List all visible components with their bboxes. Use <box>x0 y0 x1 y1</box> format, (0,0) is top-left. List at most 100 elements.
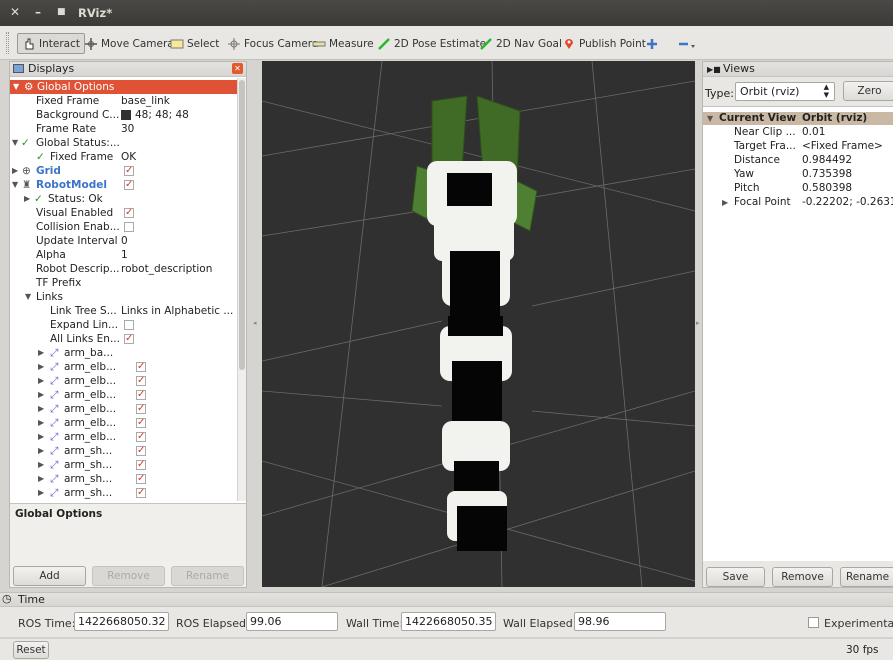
expand-links-checkbox[interactable] <box>124 320 134 330</box>
wall-time-field[interactable]: 1422668050.35 <box>401 612 496 631</box>
expand-arrow-icon[interactable]: ▶ <box>38 486 44 500</box>
view-prop-row[interactable]: Near Clip ... 0.01 <box>703 126 893 139</box>
tree-row-frame-rate[interactable]: Frame Rate 30 <box>10 122 237 136</box>
toolbar-grip[interactable] <box>6 32 9 54</box>
tree-row-link-tree-style[interactable]: Link Tree S... Links in Alphabetic ... <box>10 304 237 318</box>
tree-row-update-interval[interactable]: Update Interval 0 <box>10 234 237 248</box>
tree-row-link[interactable]: ▶ ⤢ arm_ba... <box>10 346 237 360</box>
ros-time-field[interactable]: 1422668050.32 <box>74 612 169 631</box>
remove-view-button[interactable]: Remove <box>772 567 833 587</box>
expand-arrow-icon[interactable]: ▶ <box>38 416 44 430</box>
rename-display-button[interactable]: Rename <box>171 566 244 586</box>
link-enabled-checkbox[interactable] <box>136 472 146 486</box>
tree-row-link[interactable]: ▶ ⤢ arm_elb... <box>10 374 237 388</box>
robot-model-enabled-checkbox[interactable] <box>124 178 134 192</box>
expand-arrow-icon[interactable]: ▶ <box>722 196 728 209</box>
tree-row-expand-links[interactable]: Expand Lin... <box>10 318 237 332</box>
zero-view-button[interactable]: Zero <box>843 81 893 101</box>
link-enabled-checkbox[interactable] <box>136 458 146 472</box>
view-prop-row[interactable]: Pitch 0.580398 <box>703 182 893 195</box>
tree-row-global-options[interactable]: ▼ ⚙ Global Options <box>10 80 237 94</box>
left-splitter[interactable]: ◂ <box>250 61 258 587</box>
measure-tool-button[interactable]: Measure <box>312 35 374 52</box>
reset-button[interactable]: Reset <box>13 641 49 659</box>
view-prop-row[interactable]: Yaw 0.735398 <box>703 168 893 181</box>
visual-enabled-checkbox[interactable] <box>124 206 134 220</box>
tree-row-grid[interactable]: ▶ ⊕ Grid <box>10 164 237 178</box>
color-swatch[interactable] <box>121 110 131 120</box>
link-enabled-checkbox[interactable] <box>136 416 146 430</box>
remove-display-button[interactable]: Remove <box>92 566 165 586</box>
link-enabled-checkbox[interactable] <box>136 374 146 388</box>
grid-enabled-checkbox[interactable] <box>124 164 134 178</box>
tree-row-robot-model[interactable]: ▼ ♜ RobotModel <box>10 178 237 192</box>
tree-row-link[interactable]: ▶ ⤢ arm_elb... <box>10 388 237 402</box>
displays-tree[interactable]: ▼ ⚙ Global Options Fixed Frame base_link… <box>10 78 237 501</box>
view-prop-row[interactable]: Target Fra... <Fixed Frame> <box>703 140 893 153</box>
tree-row-background-color[interactable]: Background C... 48; 48; 48 <box>10 108 237 122</box>
collapse-arrow-icon[interactable]: ▼ <box>707 112 713 125</box>
link-enabled-checkbox[interactable] <box>136 444 146 458</box>
view-prop-row[interactable]: Distance 0.984492 <box>703 154 893 167</box>
robot-scene[interactable] <box>262 61 695 587</box>
close-panel-icon[interactable]: ✕ <box>232 63 243 74</box>
view-type-select[interactable]: Orbit (rviz) ▲ ▼ <box>735 82 835 101</box>
scrollbar-thumb[interactable] <box>239 80 245 370</box>
tree-row-link[interactable]: ▶ ⤢ arm_sh... <box>10 486 237 500</box>
expand-arrow-icon[interactable]: ▶ <box>38 402 44 416</box>
link-enabled-checkbox[interactable] <box>136 430 146 444</box>
tree-row-link[interactable]: ▶ ⤢ arm_sh... <box>10 444 237 458</box>
tree-row-all-links-enabled[interactable]: All Links En... <box>10 332 237 346</box>
link-enabled-checkbox[interactable] <box>136 388 146 402</box>
tree-row-link[interactable]: ▶ ⤢ arm_sh... <box>10 458 237 472</box>
tree-row-alpha[interactable]: Alpha 1 <box>10 248 237 262</box>
tree-row-fixed-frame-status[interactable]: ✓ Fixed Frame OK <box>10 150 237 164</box>
tree-row-tf-prefix[interactable]: TF Prefix <box>10 276 237 290</box>
collapse-arrow-icon[interactable]: ▼ <box>12 178 18 192</box>
tree-row-link[interactable]: ▶ ⤢ arm_elb... <box>10 360 237 374</box>
link-enabled-checkbox[interactable] <box>136 402 146 416</box>
rename-view-button[interactable]: Rename <box>840 567 893 587</box>
tree-row-robot-description[interactable]: Robot Descrip... robot_description <box>10 262 237 276</box>
expand-arrow-icon[interactable]: ▶ <box>38 388 44 402</box>
maximize-window-icon[interactable]: ■ <box>57 7 66 17</box>
expand-arrow-icon[interactable]: ▶ <box>12 164 18 178</box>
experimental-checkbox[interactable] <box>808 617 819 628</box>
interact-tool-button[interactable]: Interact <box>17 33 85 54</box>
collapse-arrow-icon[interactable]: ▼ <box>25 290 31 304</box>
collision-enabled-checkbox[interactable] <box>124 222 134 232</box>
expand-arrow-icon[interactable]: ▶ <box>38 444 44 458</box>
nav-goal-tool-button[interactable]: 2D Nav Goal <box>479 35 562 52</box>
tree-row-visual-enabled[interactable]: Visual Enabled <box>10 206 237 220</box>
wall-elapsed-field[interactable]: 98.96 <box>574 612 666 631</box>
expand-arrow-icon[interactable]: ▶ <box>38 458 44 472</box>
close-window-icon[interactable]: ✕ <box>10 5 20 19</box>
select-tool-button[interactable]: Select <box>170 35 219 52</box>
focus-camera-tool-button[interactable]: Focus Camera <box>227 35 319 52</box>
tree-row-link[interactable]: ▶ ⤢ arm_sh... <box>10 472 237 486</box>
expand-arrow-icon[interactable]: ▶ <box>38 360 44 374</box>
pose-estimate-tool-button[interactable]: 2D Pose Estimate <box>377 35 486 52</box>
tree-row-links[interactable]: ▼ Links <box>10 290 237 304</box>
expand-arrow-icon[interactable]: ▶ <box>24 192 30 206</box>
collapse-arrow-icon[interactable]: ▼ <box>13 80 19 94</box>
add-tool-button[interactable] <box>645 35 662 52</box>
view-properties-tree[interactable]: ▼ Current View Orbit (rviz) Near Clip ..… <box>703 106 893 561</box>
expand-arrow-icon[interactable]: ▶ <box>38 346 44 360</box>
tree-row-fixed-frame[interactable]: Fixed Frame base_link <box>10 94 237 108</box>
save-view-button[interactable]: Save <box>706 567 765 587</box>
publish-point-tool-button[interactable]: Publish Point <box>562 35 646 52</box>
tree-row-collision-enabled[interactable]: Collision Enab... <box>10 220 237 234</box>
displays-scrollbar[interactable] <box>237 78 246 501</box>
tree-row-link[interactable]: ▶ ⤢ arm_elb... <box>10 416 237 430</box>
tree-row-status-ok[interactable]: ▶ ✓ Status: Ok <box>10 192 237 206</box>
expand-arrow-icon[interactable]: ▶ <box>38 374 44 388</box>
expand-arrow-icon[interactable]: ▶ <box>38 430 44 444</box>
ros-elapsed-field[interactable]: 99.06 <box>246 612 338 631</box>
link-enabled-checkbox[interactable] <box>136 360 146 374</box>
add-display-button[interactable]: Add <box>13 566 86 586</box>
render-viewport[interactable] <box>262 61 695 587</box>
tree-row-link[interactable]: ▶ ⤢ arm_elb... <box>10 402 237 416</box>
move-camera-tool-button[interactable]: Move Camera <box>84 35 174 52</box>
view-prop-row[interactable]: ▶ Focal Point -0.22202; -0.2631... <box>703 196 893 209</box>
